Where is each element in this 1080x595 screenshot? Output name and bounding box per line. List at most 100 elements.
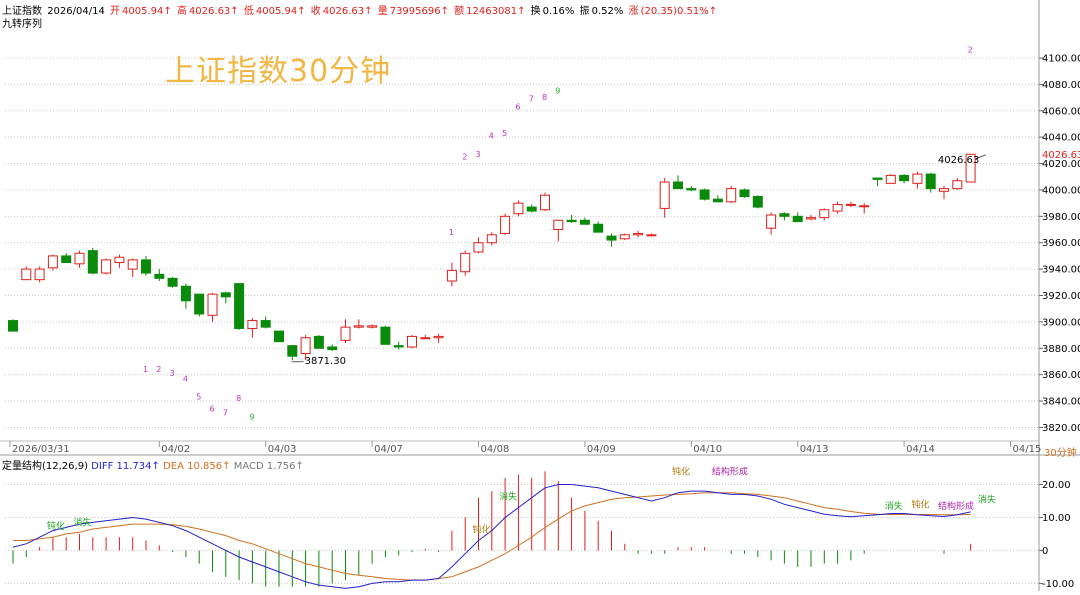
nine-turn-number: 3 bbox=[170, 369, 175, 378]
last-price-tag: 4026.63 bbox=[1042, 150, 1080, 161]
quote-header: 上证指数 2026/04/14 开 4005.94↑ 高 4026.63↑ 低 400… bbox=[2, 2, 719, 17]
x-date-label: 04/13 bbox=[800, 444, 829, 455]
y-tick-label: 4080.00 bbox=[1042, 80, 1080, 91]
y-tick-label: 4060.00 bbox=[1042, 106, 1080, 117]
nine-turn-number: 7 bbox=[223, 409, 228, 418]
y-tick-label: 3980.00 bbox=[1042, 212, 1080, 223]
candle-up bbox=[114, 256, 125, 264]
candle-up bbox=[500, 215, 511, 234]
candle-up bbox=[540, 194, 550, 211]
candle-up bbox=[845, 203, 856, 206]
open-label: 开 bbox=[110, 6, 121, 17]
dea-value: 10.856↑ bbox=[187, 461, 231, 472]
candle-up bbox=[646, 234, 657, 237]
candle-up bbox=[859, 205, 870, 208]
candle-up bbox=[47, 255, 58, 269]
nine-turn-number: 8 bbox=[236, 394, 241, 403]
nine-turn-number: 2 bbox=[968, 46, 973, 55]
candle-down bbox=[141, 259, 151, 274]
nine-turn-number: 6 bbox=[515, 102, 520, 111]
indicator-label: 九转序列 bbox=[2, 19, 42, 30]
diff-value: 11.734↑ bbox=[116, 461, 160, 472]
candle-up bbox=[832, 203, 843, 212]
candle-down bbox=[234, 283, 245, 329]
candle-up bbox=[207, 293, 218, 316]
candle-up bbox=[21, 268, 32, 281]
candle-up bbox=[247, 320, 258, 329]
candle-up bbox=[726, 188, 737, 203]
candle-down bbox=[393, 345, 404, 348]
candle-down bbox=[593, 223, 604, 233]
candle-down bbox=[579, 219, 590, 225]
y-tick-label: 3940.00 bbox=[1042, 265, 1080, 276]
nine-turn-number: 8 bbox=[542, 93, 547, 102]
turnover-label: 换 bbox=[530, 6, 541, 17]
candle-up bbox=[766, 214, 777, 229]
candle-down bbox=[686, 188, 697, 191]
candle-up bbox=[367, 325, 378, 328]
macd-annotation: 钝化 bbox=[47, 520, 65, 532]
low-label: 低 bbox=[243, 6, 254, 17]
period-label[interactable]: 30分钟 bbox=[1044, 444, 1077, 459]
nine-turn-number: 6 bbox=[210, 405, 215, 414]
candle-down bbox=[154, 273, 165, 279]
candle-up bbox=[806, 217, 816, 220]
chart-svg: 3820.003840.003860.003880.003900.003920.… bbox=[0, 0, 1080, 591]
x-date-label: 04/15 bbox=[1013, 444, 1042, 455]
candle-down bbox=[925, 173, 936, 190]
amount-label: 额 bbox=[454, 6, 465, 17]
nine-turn-number: 7 bbox=[529, 95, 534, 104]
candle-down bbox=[313, 335, 324, 349]
y-tick-label: 4000.00 bbox=[1042, 185, 1080, 196]
y-tick-label: 3840.00 bbox=[1042, 397, 1080, 408]
y-tick-label: 3920.00 bbox=[1042, 291, 1080, 302]
macd-value: 1.756↑ bbox=[266, 461, 304, 472]
macd-annotation: 钝化 bbox=[672, 466, 690, 478]
nine-turn-number: 2 bbox=[156, 365, 161, 374]
candle-down bbox=[220, 292, 231, 298]
nine-turn-number: 5 bbox=[502, 129, 507, 138]
x-date-label: 04/09 bbox=[587, 444, 616, 455]
candle-down bbox=[274, 330, 284, 343]
y-tick-label: 4100.00 bbox=[1042, 53, 1080, 64]
amount-value: 12463081↑ bbox=[466, 6, 526, 17]
candle-down bbox=[792, 215, 803, 223]
high-label: 高 bbox=[176, 6, 187, 17]
candle-down bbox=[872, 177, 883, 180]
candle-up bbox=[74, 252, 85, 265]
macd-annotation: 结构形成 bbox=[712, 466, 748, 478]
y-tick-label: 3900.00 bbox=[1042, 317, 1080, 328]
candle-down bbox=[606, 235, 617, 241]
nine-turn-number: 5 bbox=[196, 393, 201, 402]
candle-down bbox=[327, 346, 338, 351]
candle-up bbox=[353, 325, 364, 328]
amplitude-value: 0.52% bbox=[591, 6, 624, 17]
candle-down bbox=[699, 189, 710, 200]
candle-up bbox=[101, 259, 112, 274]
macd-annotation: 消失 bbox=[885, 500, 903, 512]
macd-name: 定量结构(12,26,9) bbox=[2, 461, 88, 472]
x-date-label: 04/03 bbox=[268, 444, 297, 455]
candle-up bbox=[460, 252, 471, 273]
candle-down bbox=[87, 250, 98, 274]
macd-annotation: 结构形成 bbox=[938, 500, 974, 512]
candle-down bbox=[779, 213, 790, 217]
candle-up bbox=[420, 337, 431, 340]
candle-up bbox=[819, 209, 830, 219]
low-value: 4005.94↑ bbox=[255, 6, 306, 17]
change-label: 涨 bbox=[628, 6, 639, 17]
volume-label: 量 bbox=[377, 6, 388, 17]
x-date-label: 04/10 bbox=[693, 444, 722, 455]
macd-label: MACD bbox=[233, 461, 264, 472]
close-label: 收 bbox=[310, 6, 321, 17]
nine-turn-number: 9 bbox=[555, 87, 560, 96]
candle-down bbox=[899, 174, 910, 182]
kline-chart[interactable]: 3820.00 3840.00 3860.00 3880.00 3900.00 3920.… bbox=[0, 0, 1080, 591]
chart-title: 上证指数30分钟 bbox=[165, 54, 392, 89]
candle-down bbox=[739, 189, 750, 198]
candle-up bbox=[486, 234, 497, 244]
y-tick-label: 3960.00 bbox=[1042, 238, 1080, 249]
close-value: 4026.63↑ bbox=[322, 6, 373, 17]
candle-down bbox=[61, 255, 72, 264]
diff-label: DIFF bbox=[91, 461, 114, 472]
